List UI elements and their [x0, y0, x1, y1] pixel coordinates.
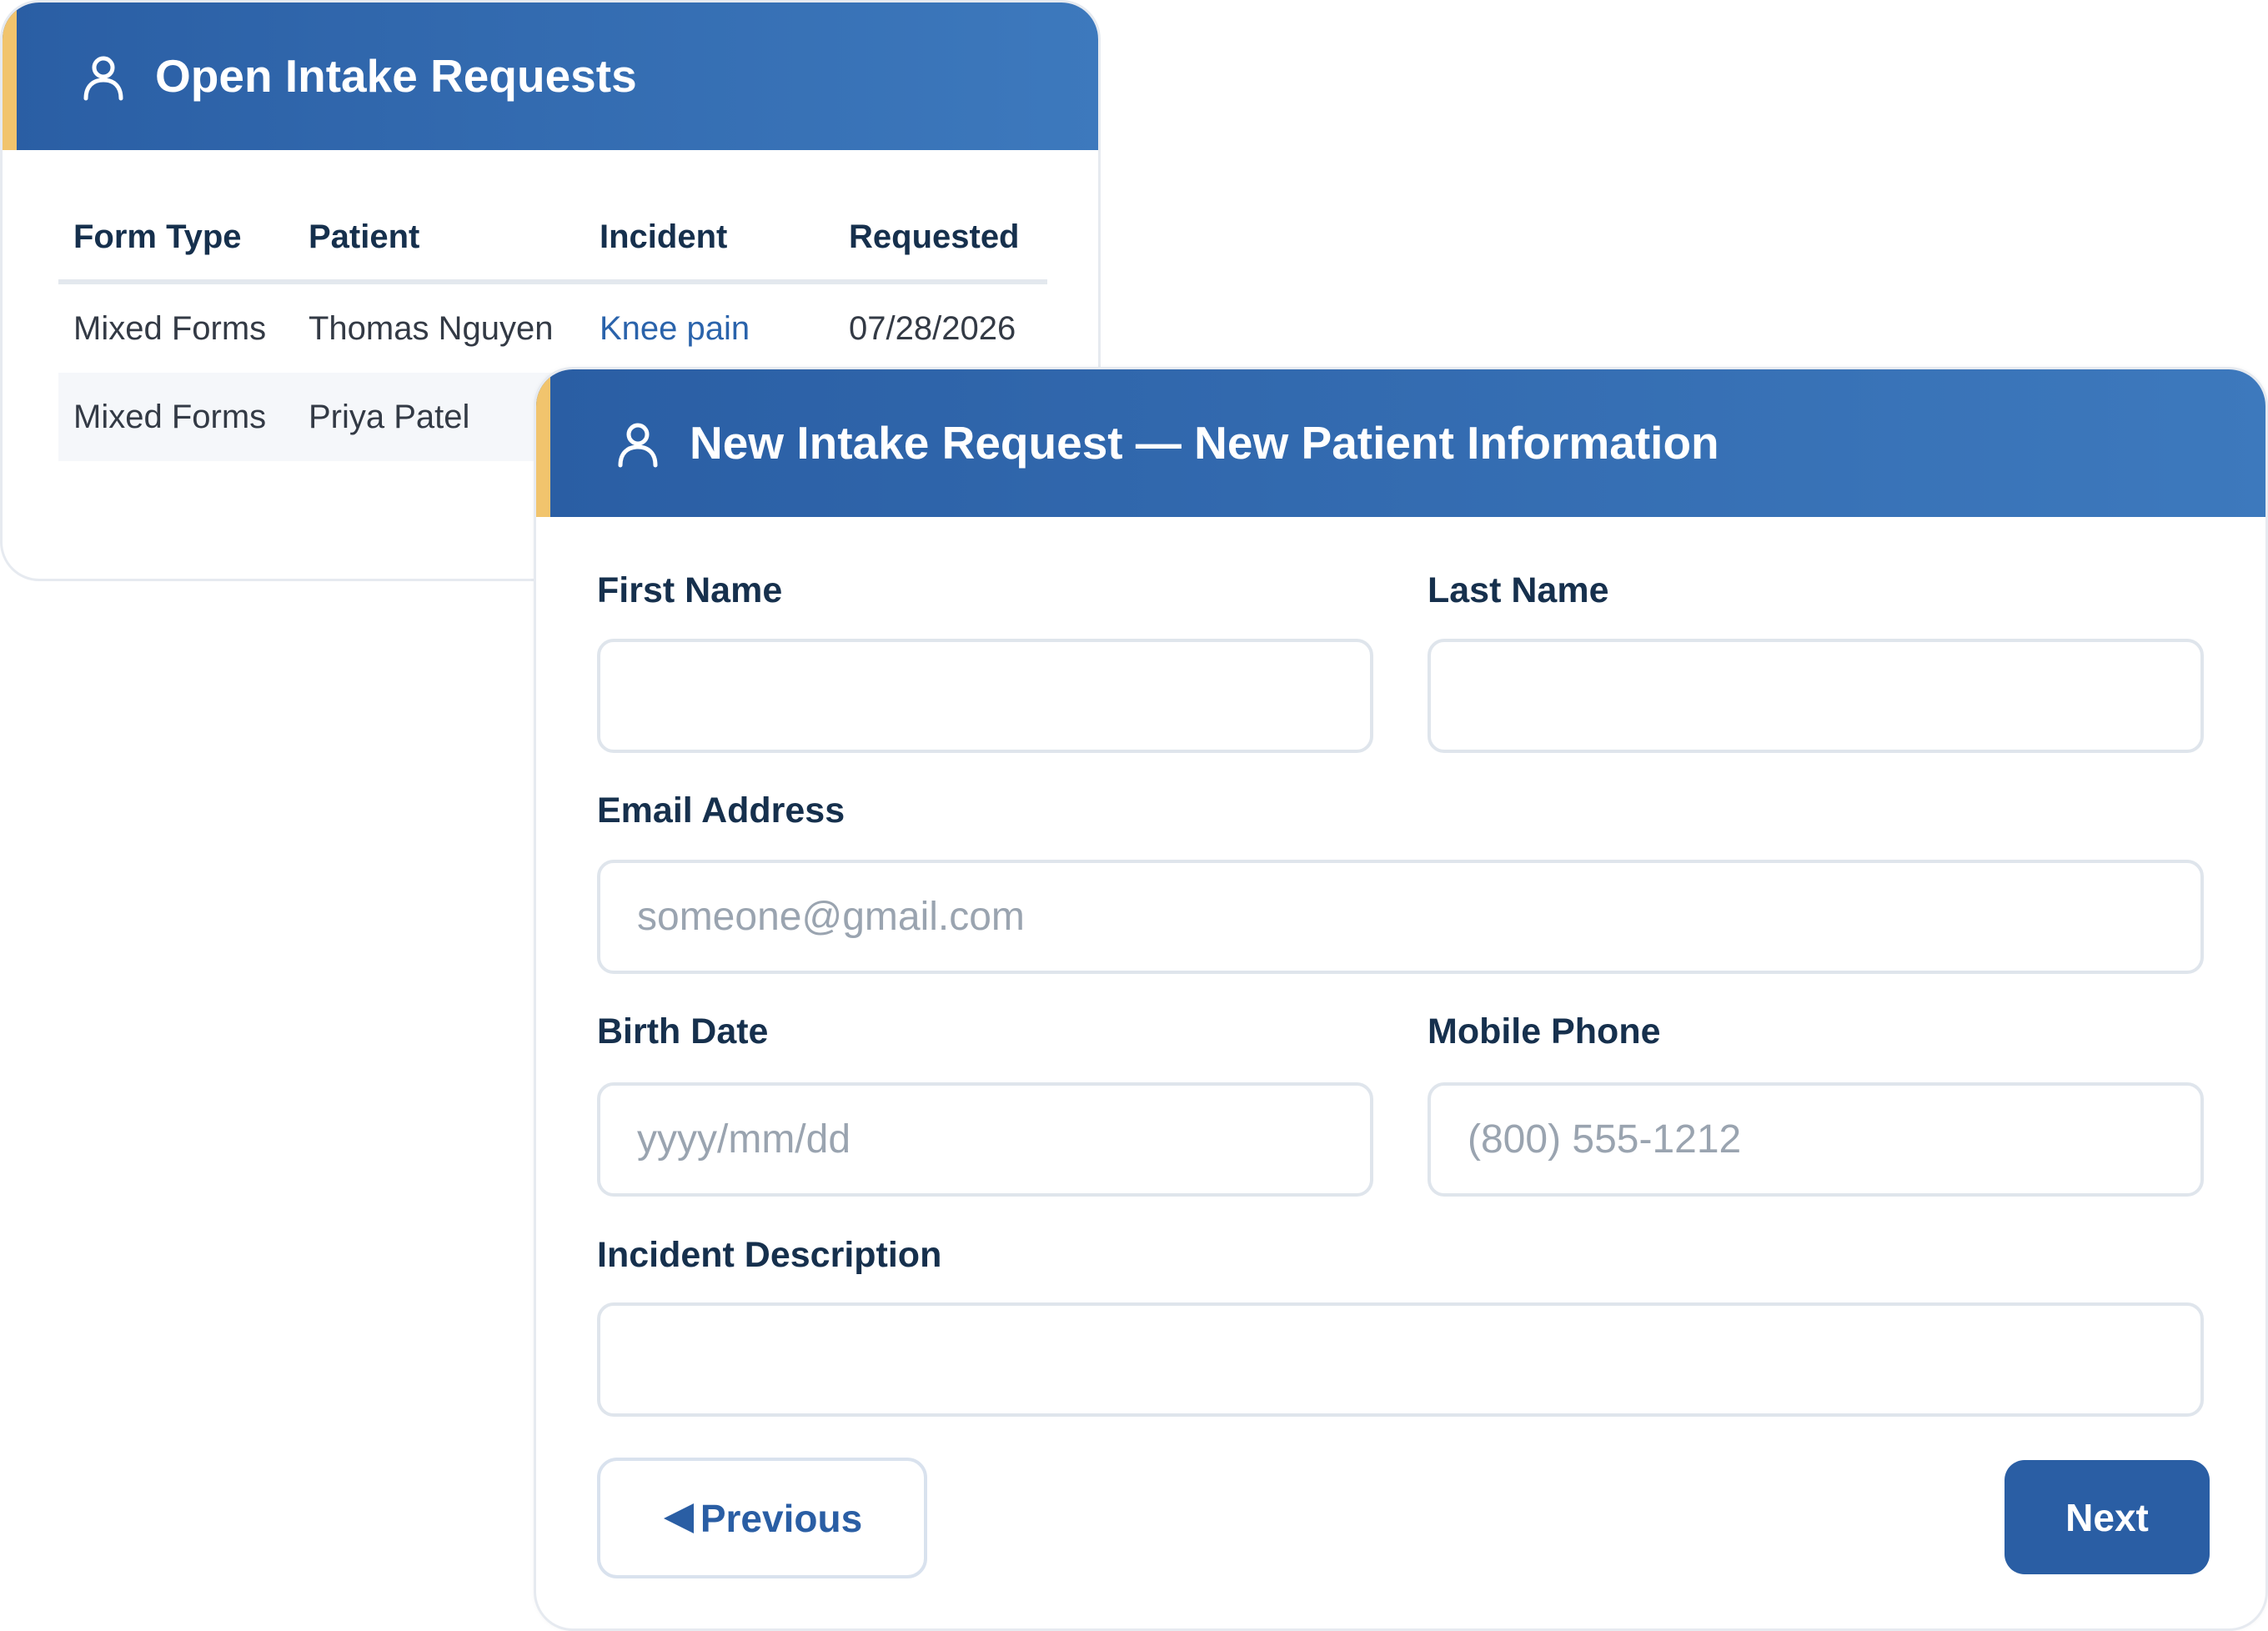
incident-description-input[interactable]	[597, 1302, 2204, 1417]
new-request-header: New Intake Request — New Patient Informa…	[536, 369, 2265, 517]
open-requests-title: Open Intake Requests	[155, 50, 637, 102]
incident-link[interactable]: Knee pain	[585, 282, 834, 373]
new-intake-request-card: New Intake Request — New Patient Informa…	[534, 367, 2268, 1631]
next-button[interactable]: Next	[2005, 1460, 2210, 1574]
birth-date-label: Birth Date	[597, 1011, 769, 1051]
mobile-phone-input[interactable]	[1428, 1082, 2204, 1197]
column-header-patient: Patient	[294, 194, 585, 284]
table-header-row: Form Type Patient Incident Requested	[58, 194, 1047, 284]
email-input[interactable]	[597, 860, 2204, 974]
mobile-phone-label: Mobile Phone	[1428, 1011, 1661, 1051]
cell-form-type: Mixed Forms	[73, 309, 267, 347]
header-accent-strip	[536, 369, 550, 517]
cell-requested: 07/28/2026	[849, 309, 1016, 347]
open-requests-header: Open Intake Requests	[3, 3, 1098, 150]
incident-description-label: Incident Description	[597, 1235, 942, 1275]
user-icon	[618, 423, 658, 468]
last-name-label: Last Name	[1428, 570, 1609, 610]
email-label: Email Address	[597, 790, 845, 831]
triangle-left-icon	[663, 1503, 694, 1533]
previous-button[interactable]: Previous	[597, 1458, 927, 1578]
column-header-requested: Requested	[834, 194, 1047, 284]
column-header-form-type: Form Type	[58, 194, 294, 284]
first-name-input[interactable]	[597, 639, 1373, 753]
user-icon	[83, 56, 123, 101]
table-row[interactable]: Mixed Forms Thomas Nguyen Knee pain 07/2…	[58, 282, 1047, 373]
first-name-label: First Name	[597, 570, 783, 610]
new-request-title: New Intake Request — New Patient Informa…	[690, 417, 1719, 469]
next-button-label: Next	[2065, 1495, 2149, 1539]
column-header-incident: Incident	[585, 194, 834, 284]
birth-date-input[interactable]	[597, 1082, 1373, 1197]
last-name-input[interactable]	[1428, 639, 2204, 753]
cell-form-type: Mixed Forms	[58, 373, 294, 461]
cell-patient: Thomas Nguyen	[309, 309, 554, 347]
previous-button-label: Previous	[700, 1496, 863, 1540]
header-accent-strip	[3, 3, 17, 150]
